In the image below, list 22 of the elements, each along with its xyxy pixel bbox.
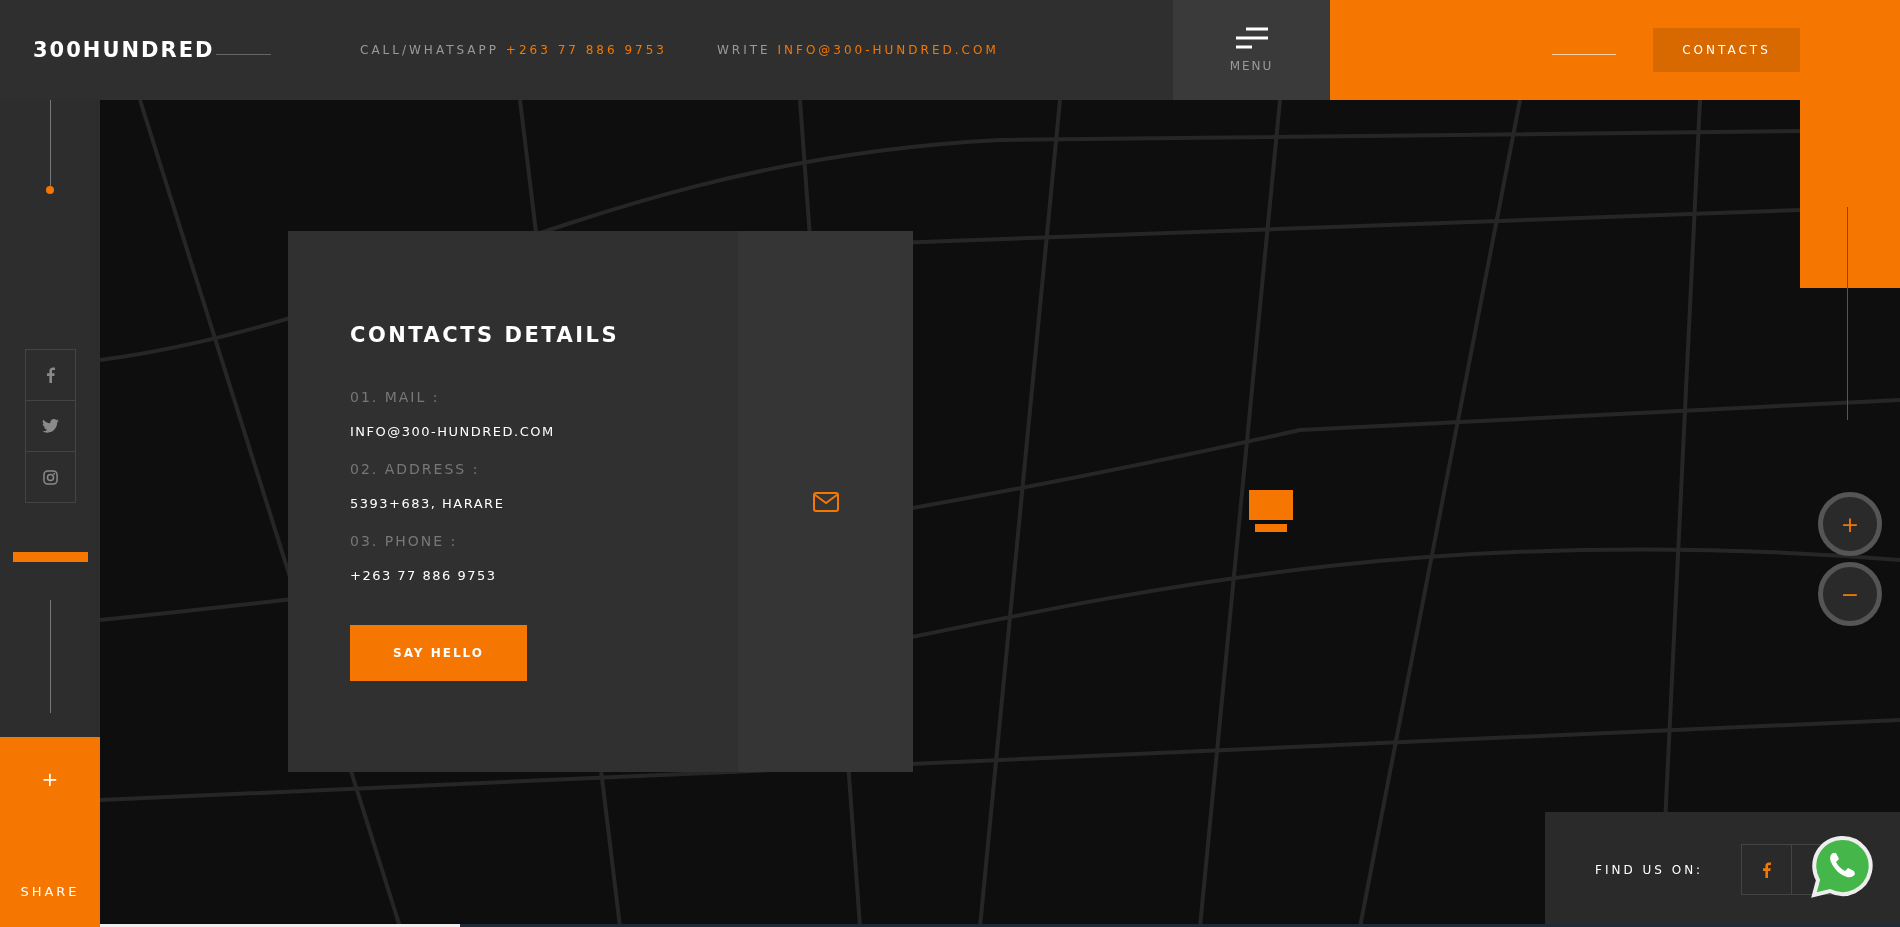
logo[interactable]: 300HUNDRED xyxy=(33,38,215,62)
share-button[interactable]: + SHARE xyxy=(0,737,100,927)
detail-value: +263 77 886 9753 xyxy=(350,568,498,583)
scroll-indicator-dot xyxy=(46,186,54,194)
facebook-icon xyxy=(45,367,55,383)
instagram-icon xyxy=(42,469,58,485)
contacts-button[interactable]: CONTACTS xyxy=(1653,28,1800,72)
say-hello-button[interactable]: SAY HELLO xyxy=(350,625,527,681)
detail-label: 01. MAIL : xyxy=(350,389,441,405)
detail-value: INFO@300-HUNDRED.COM xyxy=(350,424,556,439)
menu-icon xyxy=(1233,27,1270,49)
menu-button[interactable]: MENU xyxy=(1173,0,1330,100)
contact-info: WRITE INFO@300-HUNDRED.COM xyxy=(717,43,999,57)
facebook-icon xyxy=(1762,861,1772,878)
envelope-icon xyxy=(812,491,839,512)
detail-value: 5393+683, HARARE xyxy=(350,496,506,511)
find-us-label: FIND US ON: xyxy=(1595,862,1704,877)
detail-label: 02. ADDRESS : xyxy=(350,461,481,477)
twitter-icon xyxy=(41,419,59,433)
detail-label: 03. PHONE : xyxy=(350,533,459,549)
contact-info: CALL/WHATSAPP +263 77 886 9753 xyxy=(360,43,667,57)
card-title: CONTACTS DETAILS xyxy=(350,323,620,347)
